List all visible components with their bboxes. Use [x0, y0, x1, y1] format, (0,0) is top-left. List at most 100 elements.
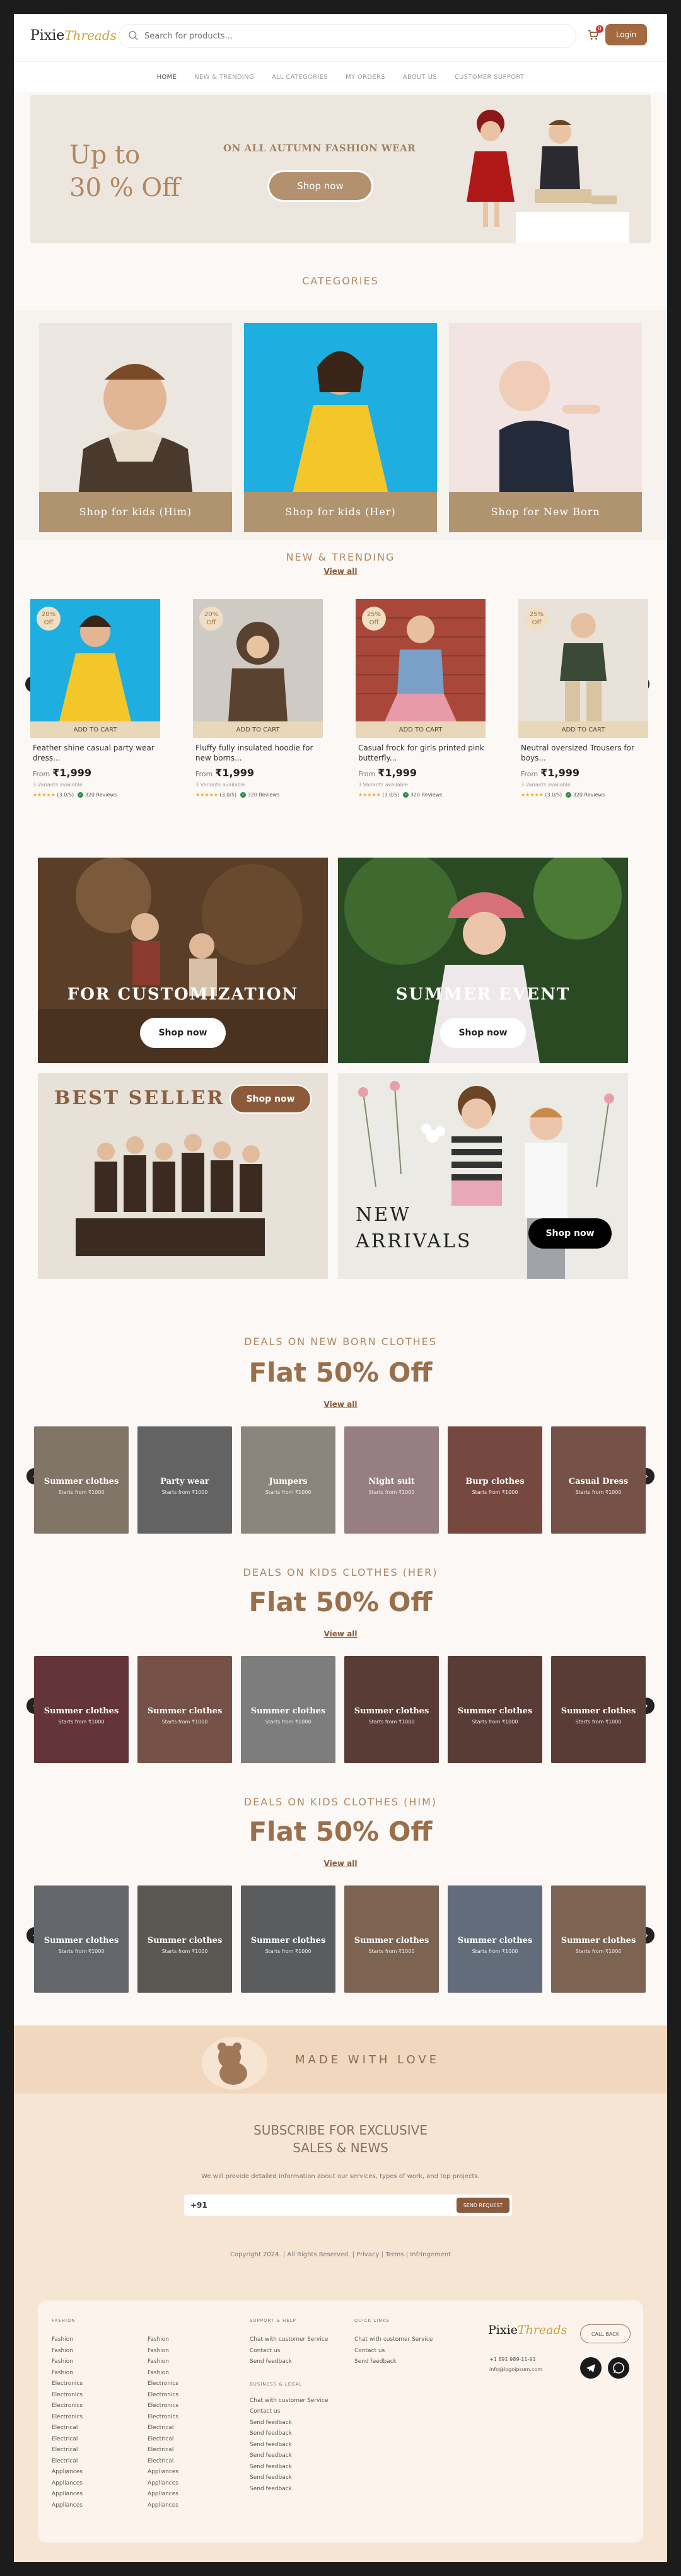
nav-about-us[interactable]: ABOUT US	[403, 74, 437, 81]
deal-card[interactable]: Summer clothes Starts from ₹1000	[551, 1656, 646, 1763]
footer-link[interactable]: Electrical	[52, 2445, 83, 2456]
login-button[interactable]: Login	[605, 24, 647, 45]
phone-input[interactable]	[190, 2200, 443, 2211]
add-to-cart-button[interactable]: ADD TO CART	[193, 721, 323, 738]
deal-card[interactable]: Summer clothes Starts from ₹1000	[34, 1656, 129, 1763]
footer-link[interactable]: Electrical	[148, 2434, 178, 2445]
footer-link[interactable]: Fashion	[148, 2368, 178, 2379]
hero-shop-button[interactable]: Shop now	[267, 170, 373, 202]
category-newborn[interactable]: Shop for New Born	[449, 323, 642, 532]
summer-shop-button[interactable]: Shop now	[440, 1018, 526, 1048]
product-card[interactable]: 25% Off ADD TO CART Neutral oversized Tro…	[518, 599, 648, 807]
summer-banner[interactable]: SUMMER EVENT Shop now	[338, 858, 628, 1063]
footer-link[interactable]: Appliances	[52, 2500, 83, 2512]
footer-link[interactable]: Appliances	[52, 2467, 83, 2478]
footer-link[interactable]: Contact us	[354, 2346, 433, 2357]
send-request-button[interactable]: SEND REQUEST	[457, 2198, 509, 2213]
footer-link[interactable]: Fashion	[148, 2357, 178, 2368]
footer-link[interactable]: Electronics	[148, 2401, 178, 2412]
footer-link[interactable]: Fashion	[52, 2357, 83, 2368]
deal-card[interactable]: Summer clothes Starts from ₹1000	[34, 1426, 129, 1534]
footer-link[interactable]: Appliances	[148, 2489, 178, 2500]
whatsapp-button[interactable]	[608, 2357, 629, 2379]
footer-link[interactable]: Electrical	[148, 2456, 178, 2468]
deal-card[interactable]: Casual Dress Starts from ₹1000	[551, 1426, 646, 1534]
footer-link[interactable]: Contact us	[250, 2406, 328, 2418]
new-arrivals-shop-button[interactable]: Shop now	[528, 1218, 612, 1249]
deal-card[interactable]: Summer clothes Starts from ₹1000	[448, 1885, 542, 1993]
footer-link[interactable]: Appliances	[52, 2489, 83, 2500]
footer-link[interactable]: Send feedback	[250, 2418, 328, 2429]
footer-link[interactable]: Chat with customer Service	[250, 2334, 328, 2346]
call-back-button[interactable]: CALL BACK	[580, 2324, 631, 2343]
nav-home[interactable]: HOME	[157, 74, 177, 81]
logo[interactable]: PixieThreads	[30, 28, 117, 47]
search-input[interactable]	[144, 29, 561, 43]
deal-card[interactable]: Summer clothes Starts from ₹1000	[34, 1885, 129, 1993]
footer-link[interactable]: Appliances	[148, 2500, 178, 2512]
footer-link[interactable]: Send feedback	[250, 2357, 328, 2368]
nav-my-orders[interactable]: MY ORDERS	[346, 74, 385, 81]
deals-him-view-all[interactable]: View all	[14, 1859, 667, 1868]
category-him[interactable]: Shop for kids (Him)	[39, 323, 232, 532]
deal-card[interactable]: Summer clothes Starts from ₹1000	[241, 1656, 335, 1763]
footer-link[interactable]: Fashion	[148, 2346, 178, 2357]
product-card[interactable]: 20% Off ADD TO CART Fluffy fully insulate…	[193, 599, 323, 807]
deal-card[interactable]: Summer clothes Starts from ₹1000	[241, 1885, 335, 1993]
footer-link[interactable]: Contact us	[250, 2346, 328, 2357]
nav-all-categories[interactable]: ALL CATEGORIES	[272, 74, 328, 81]
footer-link[interactable]: Fashion	[148, 2334, 178, 2346]
footer-link[interactable]: Appliances	[148, 2478, 178, 2490]
footer-link[interactable]: Chat with customer Service	[250, 2396, 328, 2407]
footer-link[interactable]: Electronics	[52, 2401, 83, 2412]
deal-card[interactable]: Night suit Starts from ₹1000	[344, 1426, 439, 1534]
footer-link[interactable]: Electronics	[148, 2379, 178, 2390]
nav-new-trending[interactable]: NEW & TRENDING	[194, 74, 254, 81]
bestseller-banner[interactable]: BEST SELLER Shop now	[38, 1073, 328, 1279]
footer-link[interactable]: Electronics	[52, 2390, 83, 2401]
cart-button[interactable]: 0	[586, 25, 603, 44]
footer-link[interactable]: Electrical	[52, 2456, 83, 2468]
deal-card[interactable]: Jumpers Starts from ₹1000	[241, 1426, 335, 1534]
add-to-cart-button[interactable]: ADD TO CART	[30, 721, 160, 738]
deals-her-view-all[interactable]: View all	[14, 1629, 667, 1638]
footer-link[interactable]: Fashion	[52, 2346, 83, 2357]
footer-link[interactable]: Send feedback	[250, 2484, 328, 2495]
deal-card[interactable]: Burp clothes Starts from ₹1000	[448, 1426, 542, 1534]
footer-link[interactable]: Appliances	[52, 2478, 83, 2490]
add-to-cart-button[interactable]: ADD TO CART	[518, 721, 648, 738]
footer-link[interactable]: Chat with customer Service	[354, 2334, 433, 2346]
nav-customer-support[interactable]: CUSTOMER SUPPORT	[455, 74, 524, 81]
footer-link[interactable]: Fashion	[52, 2334, 83, 2346]
footer-link[interactable]: Electronics	[148, 2390, 178, 2401]
bestseller-shop-button[interactable]: Shop now	[230, 1085, 311, 1114]
category-her[interactable]: Shop for kids (Her)	[244, 323, 437, 532]
footer-link[interactable]: Electrical	[52, 2423, 83, 2434]
customization-banner[interactable]: FOR CUSTOMIZATION Shop now	[38, 858, 328, 1063]
footer-link[interactable]: Electronics	[52, 2412, 83, 2423]
deal-card[interactable]: Summer clothes Starts from ₹1000	[448, 1656, 542, 1763]
customization-shop-button[interactable]: Shop now	[140, 1018, 226, 1048]
footer-link[interactable]: Fashion	[52, 2368, 83, 2379]
footer-link[interactable]: Electronics	[148, 2412, 178, 2423]
footer-link[interactable]: Send feedback	[250, 2473, 328, 2484]
footer-link[interactable]: Send feedback	[250, 2428, 328, 2440]
footer-link[interactable]: Electrical	[148, 2423, 178, 2434]
deal-card[interactable]: Summer clothes Starts from ₹1000	[344, 1656, 439, 1763]
deal-card[interactable]: Summer clothes Starts from ₹1000	[344, 1885, 439, 1993]
footer-link[interactable]: Send feedback	[354, 2357, 433, 2368]
product-card[interactable]: 20% Off ADD TO CART Feather shine casual …	[30, 599, 160, 807]
new-arrivals-banner[interactable]: NEW ARRIVALS Shop now	[338, 1073, 628, 1279]
footer-link[interactable]: Appliances	[148, 2467, 178, 2478]
deal-card[interactable]: Summer clothes Starts from ₹1000	[551, 1885, 646, 1993]
product-card[interactable]: 25% Off ADD TO CART Casual frock for girl…	[356, 599, 486, 807]
trending-view-all[interactable]: View all	[14, 567, 667, 576]
footer-link[interactable]: Electronics	[52, 2379, 83, 2390]
add-to-cart-button[interactable]: ADD TO CART	[356, 721, 486, 738]
footer-link[interactable]: Send feedback	[250, 2440, 328, 2451]
deals-newborn-view-all[interactable]: View all	[14, 1400, 667, 1409]
deal-card[interactable]: Summer clothes Starts from ₹1000	[137, 1885, 232, 1993]
footer-link[interactable]: Electrical	[148, 2445, 178, 2456]
footer-logo[interactable]: PixieThreads	[488, 2323, 567, 2337]
deal-card[interactable]: Summer clothes Starts from ₹1000	[137, 1656, 232, 1763]
